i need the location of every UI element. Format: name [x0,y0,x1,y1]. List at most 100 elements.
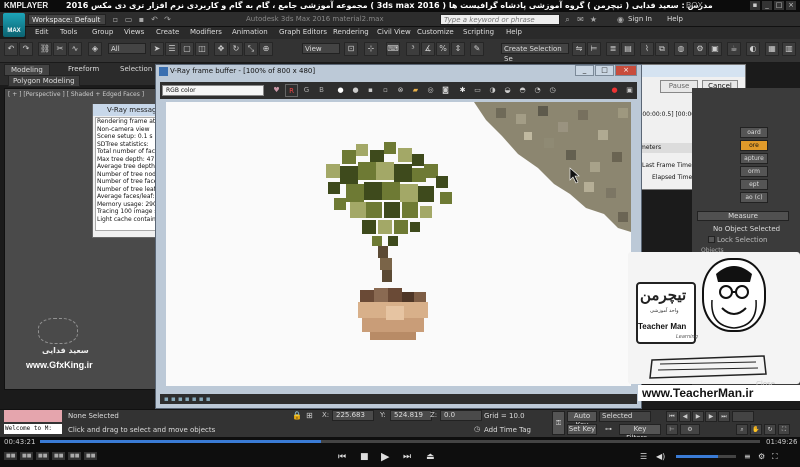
eject-icon[interactable]: ⏏ [426,452,435,462]
z-coordinate[interactable]: 0.0 [440,410,482,421]
player-option-pill[interactable]: ■■ [36,452,50,460]
layer-manager-icon[interactable]: ≣ [606,42,620,56]
edit-named-selection-icon[interactable]: ✎ [470,42,484,56]
clear-image-icon[interactable]: ⊗ [394,84,407,97]
tab-freeform[interactable]: Freeform [62,64,105,74]
menu-views[interactable]: Views [124,28,144,36]
menu-group[interactable]: Group [92,28,113,36]
minimize-icon[interactable]: _ [762,1,772,10]
key-filters-button[interactable]: Key Filters... [619,424,661,442]
mirror-icon[interactable]: ⇋ [572,42,586,56]
rendered-frame-window-icon[interactable]: ▣ [708,42,722,56]
schematic-view-icon[interactable]: ⧉ [655,42,669,56]
stop-icon[interactable]: ■ [360,452,369,462]
time-config-icon[interactable]: ⚙ [680,424,700,435]
color-picker-icon[interactable]: ♥ [270,84,283,97]
minimize-icon[interactable]: _ [575,65,594,76]
link-to-max-vfb-icon[interactable]: ▭ [471,84,484,97]
open-file-icon[interactable]: ▭ [123,14,134,25]
move-icon[interactable]: ✥ [214,42,228,56]
previous-frame-icon[interactable]: ◀ [679,411,691,422]
search-input[interactable]: Type a keyword or phrase [440,14,560,25]
menu-modifiers[interactable]: Modifiers [190,28,222,36]
lock-icon[interactable]: 🔒 [292,411,302,420]
add-time-tag[interactable]: Add Time Tag [484,426,531,434]
menu-edit[interactable]: Edit [35,28,49,36]
next-frame-icon[interactable]: ▶ [705,411,717,422]
key-mode-icon[interactable]: ⊢ [666,424,678,435]
user-icon[interactable]: ◉ [615,14,626,25]
pixel-aspect-icon[interactable]: ◓ [516,84,529,97]
red-channel-button[interactable]: R [285,84,298,97]
orbit-icon[interactable]: ↻ [764,424,776,435]
player-option-pill[interactable]: ■■ [84,452,98,460]
rectangular-selection-icon[interactable]: ▢ [180,42,194,56]
graphite-toolbar-icon[interactable]: ▤ [621,42,635,56]
go-to-start-icon[interactable]: ⏮ [666,411,678,422]
follow-mouse-icon[interactable]: ✱ [456,84,469,97]
mini-listener-pink[interactable] [4,410,62,422]
utility-button[interactable]: orm [740,166,768,177]
undo-icon[interactable]: ↶ [149,14,160,25]
redo-icon[interactable]: ↷ [162,14,173,25]
speaker-icon[interactable]: ◀) [656,452,665,461]
mono-channel-icon[interactable]: ● [349,84,362,97]
pivot-center-icon[interactable]: ⊡ [344,42,358,56]
lut-icon[interactable]: ◒ [501,84,514,97]
player-option-pill[interactable]: ■■ [20,452,34,460]
zoom-icon[interactable]: ⌕ [736,424,748,435]
menu-graph-editors[interactable]: Graph Editors [279,28,327,36]
utility-button[interactable]: ept [740,179,768,190]
green-channel-button[interactable]: G [300,84,313,97]
render-setup-icon[interactable]: ⚙ [693,42,707,56]
set-key-button[interactable]: Set Key [567,424,597,435]
fullscreen-icon[interactable]: ⛶ [772,452,778,462]
x-coordinate[interactable]: 225.683 [332,410,374,421]
next-icon[interactable]: ⏭ [403,452,411,462]
previous-icon[interactable]: ⏮ [338,452,346,462]
absolute-mode-icon[interactable]: ⊞ [306,411,313,420]
go-to-end-icon[interactable]: ⏭ [718,411,730,422]
render-last-icon[interactable]: ▣ [623,84,636,97]
player-option-pill[interactable]: ■■ [4,452,18,460]
track-mouse-icon[interactable]: ◎ [424,84,437,97]
help-menu[interactable]: Help [667,15,683,23]
tab-selection[interactable]: Selection [114,64,158,74]
select-by-name-icon[interactable]: ☰ [165,42,179,56]
select-manipulate-icon[interactable]: ⊹ [364,42,378,56]
max-app-button[interactable]: MAX [3,13,25,37]
maxscript-listener[interactable]: Welcome to M: [4,424,62,434]
undo-icon[interactable]: ↶ [4,42,18,56]
scale-icon[interactable]: ⤡ [244,42,258,56]
lock-selection-label[interactable]: Lock Selection [717,236,767,244]
render-canvas[interactable] [166,102,631,386]
pan-icon[interactable]: ✋ [750,424,762,435]
key-set-dropdown[interactable]: Selected [599,411,651,422]
utility-button[interactable]: ao (c) [740,192,768,203]
utility-button[interactable]: apture [740,153,768,164]
link-icon[interactable]: ⛓ [38,42,52,56]
utility-button[interactable]: ore [740,140,768,151]
angle-snap-icon[interactable]: ∡ [421,42,435,56]
viewport-label[interactable]: [ + ] [Perspective ] [ Shaded + Edged Fa… [8,91,144,98]
key-icon[interactable]: ⊶ [605,425,612,433]
time-tag-icon[interactable]: ◷ [474,425,480,433]
save-icon[interactable]: ▪ [136,14,147,25]
region-render-icon[interactable]: ◙ [439,84,452,97]
history-icon[interactable]: ◷ [546,84,559,97]
workspace-dropdown[interactable]: Workspace: Default [28,14,106,25]
window-crossing-icon[interactable]: ◫ [195,42,209,56]
color-correction-icon[interactable]: ◑ [486,84,499,97]
equalizer-icon[interactable]: ≡ [744,452,751,461]
unlink-icon[interactable]: ✂ [53,42,67,56]
menu-civil-view[interactable]: Civil View [377,28,411,36]
stop-render-icon[interactable]: ● [608,84,621,97]
load-image-icon[interactable]: ▫ [379,84,392,97]
keyboard-shortcut-override-icon[interactable]: ⌨ [386,42,400,56]
rotate-icon[interactable]: ↻ [229,42,243,56]
menu-tools[interactable]: Tools [60,28,77,36]
alpha-channel-icon[interactable]: ● [334,84,347,97]
snaps-icon[interactable]: ◈ [88,42,102,56]
menu-icon[interactable]: ☰ [640,452,647,461]
maximize-icon[interactable]: □ [595,65,614,76]
